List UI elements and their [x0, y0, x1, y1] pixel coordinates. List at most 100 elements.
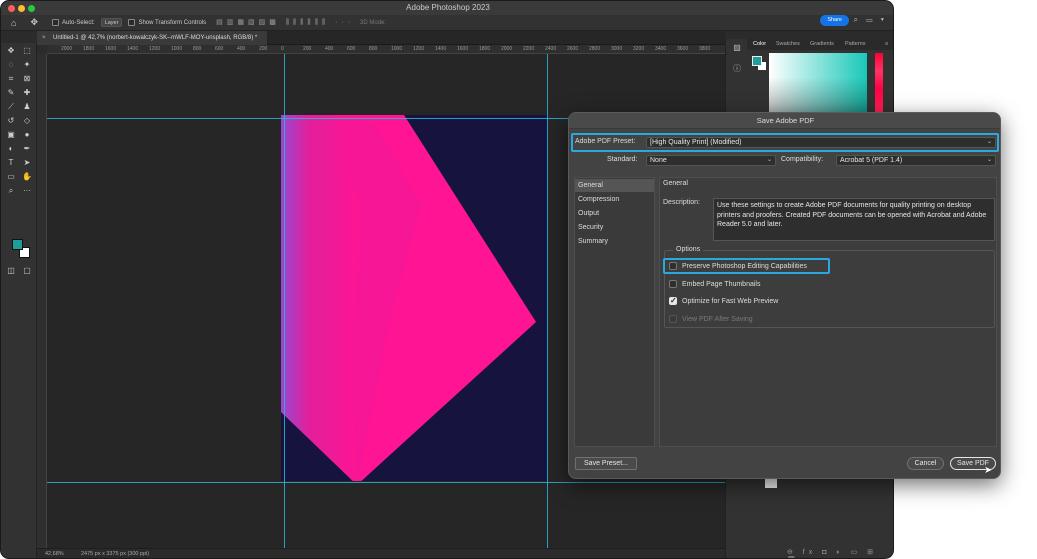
marquee-tool-icon[interactable]: ⬚ [21, 45, 33, 57]
category-output[interactable]: Output [575, 207, 654, 220]
ruler-tick-label: 1200 [149, 46, 161, 52]
history-brush-icon[interactable]: ↺ [5, 115, 17, 127]
ruler-tick-label: 1600 [457, 46, 469, 52]
move-tool-icon[interactable]: ✥ [30, 17, 38, 28]
ruler-tick-label: 1200 [413, 46, 425, 52]
ruler-tick-label: 1800 [83, 46, 95, 52]
share-button[interactable]: Share [820, 15, 849, 26]
view-pdf-checkbox: View PDF After Saving [669, 314, 753, 324]
zoom-window-button[interactable] [28, 5, 35, 12]
eraser-icon[interactable]: ◇ [21, 115, 33, 127]
path-selection-icon[interactable]: ➤ [21, 157, 33, 169]
color-field[interactable] [769, 53, 867, 113]
fast-web-preview-checkbox[interactable]: Optimize for Fast Web Preview [669, 296, 778, 306]
frame-tool-icon[interactable]: ⊠ [21, 73, 33, 85]
move-tool-icon[interactable]: ✥ [5, 45, 17, 57]
ruler-tick-label: 0 [281, 46, 284, 52]
document-tab[interactable]: × Untitled-1 @ 42,7% (norbert-kowalczyk-… [37, 31, 268, 45]
gradient-tool-icon[interactable]: ▣ [5, 129, 17, 141]
ruler-tick-label: 3600 [677, 46, 689, 52]
category-general[interactable]: General [575, 179, 654, 192]
show-transform-checkbox[interactable]: Show Transform Controls [128, 19, 206, 26]
ruler-tick-label: 2000 [61, 46, 73, 52]
option-label: Optimize for Fast Web Preview [682, 297, 779, 305]
screen-mode-icon[interactable]: ▢ [21, 265, 33, 277]
info-panel-icon[interactable]: ⓘ [731, 63, 743, 75]
category-summary[interactable]: Summary [575, 235, 654, 248]
options-legend: Options [673, 246, 704, 253]
ruler-tick-label: 1000 [391, 46, 403, 52]
checkmark-icon [669, 296, 677, 305]
option-label: Embed Page Thumbnails [682, 280, 761, 288]
description-textarea[interactable]: Use these settings to create Adobe PDF d… [713, 198, 995, 241]
hue-slider[interactable] [875, 53, 883, 113]
auto-select-dropdown[interactable]: Layer [100, 18, 123, 27]
blur-tool-icon[interactable]: ● [21, 129, 33, 141]
category-security[interactable]: Security [575, 221, 654, 234]
healing-brush-icon[interactable]: ✚ [21, 87, 33, 99]
zoom-tool-icon[interactable]: ⌕ [5, 185, 17, 197]
window-title: Adobe Photoshop 2023 [406, 3, 490, 12]
title-bar: Adobe Photoshop 2023 [1, 1, 893, 15]
tab-swatches[interactable]: Swatches [776, 41, 800, 47]
preset-dropdown[interactable]: [High Quality Print] (Modified) ⌄ [646, 137, 996, 148]
option-label: Preserve Photoshop Editing Capabilities [682, 262, 807, 270]
document-canvas[interactable] [281, 115, 548, 485]
crop-tool-icon[interactable]: ⌗ [5, 73, 17, 85]
pen-tool-icon[interactable]: ✒ [21, 143, 33, 155]
dodge-tool-icon[interactable]: ◐ [5, 143, 17, 155]
ruler-tick-label: 2000 [501, 46, 513, 52]
compatibility-dropdown[interactable]: Acrobat 5 (PDF 1.4) ⌄ [836, 155, 996, 166]
category-compression[interactable]: Compression [575, 193, 654, 206]
ruler-tick-label: 1800 [479, 46, 491, 52]
checkbox-icon [669, 262, 677, 270]
auto-select-checkbox[interactable]: Auto-Select: [51, 19, 95, 26]
save-preset-button[interactable]: Save Preset... [575, 457, 637, 470]
close-tab-icon[interactable]: × [42, 31, 46, 45]
ruler-tick-label: 3800 [699, 46, 711, 52]
preserve-editing-checkbox[interactable]: Preserve Photoshop Editing Capabilities [669, 261, 807, 271]
layers-panel-icons[interactable]: ⊖ fx ◘ ◐ ▭ ⊞ 🗑 [787, 548, 893, 558]
close-window-button[interactable] [8, 5, 15, 12]
option-label: View PDF After Saving [682, 315, 753, 323]
ruler-tick-label: 400 [325, 46, 334, 52]
tab-gradients[interactable]: Gradients [810, 41, 834, 47]
checkbox-icon [51, 19, 59, 26]
cancel-button[interactable]: Cancel [907, 457, 944, 470]
quick-mask-icon[interactable]: ◫ [5, 265, 17, 277]
chevron-down-icon: ⌄ [766, 157, 772, 163]
search-icon[interactable]: ⌕ ▭ ▾ [854, 15, 887, 25]
stamp-tool-icon[interactable]: ♟ [21, 101, 33, 113]
foreground-color-swatch[interactable] [12, 239, 23, 250]
layer-thumbnail[interactable] [765, 479, 777, 488]
tab-color[interactable]: Color [753, 41, 766, 47]
standard-dropdown[interactable]: None ⌄ [646, 155, 776, 166]
panel-menu-icon[interactable]: ≡ [885, 41, 888, 47]
hand-tool-icon[interactable]: ✋ [21, 171, 33, 183]
category-list: General Compression Output Security Summ… [574, 177, 655, 447]
minimize-window-button[interactable] [18, 5, 25, 12]
home-icon[interactable]: ⌂ [11, 18, 16, 28]
tools-panel: ✥ ⬚ ◌ ✦ ⌗ ⊠ ✎ ✚ ⟋ ♟ ↺ ◇ ▣ ● ◐ ✒ T ➤ ▭ ✋ … [1, 43, 37, 558]
brush-tool-icon[interactable]: ⟋ [5, 101, 17, 113]
panel-foreground-swatch[interactable] [752, 56, 762, 66]
magic-wand-icon[interactable]: ✦ [21, 59, 33, 71]
description-label: Description: [663, 199, 700, 206]
compatibility-label: Compatibility: [781, 156, 824, 163]
ruler-tick-label: 1400 [127, 46, 139, 52]
rectangle-tool-icon[interactable]: ▭ [5, 171, 17, 183]
document-dimensions: 2475 px x 3375 px (300 ppi) [81, 551, 150, 557]
zoom-level[interactable]: 42,68% [45, 549, 64, 558]
ruler-tick-label: 600 [347, 46, 356, 52]
align-icons[interactable]: ▤▥▦▧▨▩ ⫼⫼⫼⫼⫼⫼ ··· [216, 18, 354, 27]
eyedropper-icon[interactable]: ✎ [5, 87, 17, 99]
history-panel-icon[interactable]: ▨ [731, 43, 743, 55]
tab-patterns[interactable]: Patterns [845, 41, 865, 47]
ruler-tick-label: 800 [369, 46, 378, 52]
ruler-tick-label: 1600 [105, 46, 117, 52]
lasso-tool-icon[interactable]: ◌ [5, 59, 17, 71]
embed-thumbnails-checkbox[interactable]: Embed Page Thumbnails [669, 279, 760, 289]
type-tool-icon[interactable]: T [5, 157, 17, 169]
more-tools-icon[interactable]: ··· [21, 185, 33, 197]
checkbox-icon [669, 315, 677, 323]
